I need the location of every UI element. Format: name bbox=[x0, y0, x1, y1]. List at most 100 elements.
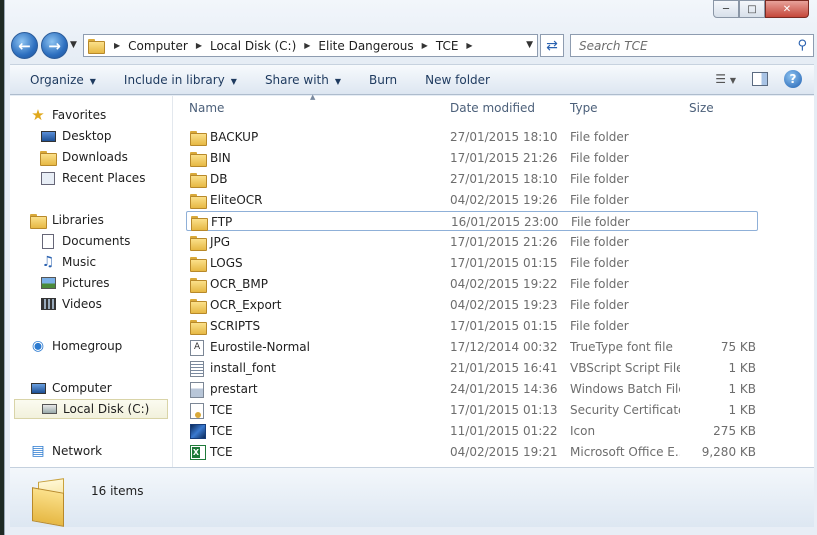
help-button[interactable]: ? bbox=[784, 70, 802, 88]
table-row[interactable]: BACKUP 27/01/2015 18:10 File folder bbox=[186, 127, 758, 147]
breadcrumb-elite-dangerous[interactable]: Elite Dangerous bbox=[318, 39, 413, 53]
column-header-date-modified-label: Date modified bbox=[450, 101, 536, 115]
search-box[interactable]: Search TCE ⚲ bbox=[570, 34, 814, 57]
chevron-down-icon: ▼ bbox=[230, 76, 237, 86]
table-row[interactable]: TCE 04/02/2015 19:21 Microsoft Office E...… bbox=[186, 442, 758, 462]
preview-pane-button[interactable] bbox=[752, 72, 768, 86]
table-row[interactable]: EliteOCR 04/02/2015 19:26 File folder bbox=[186, 190, 758, 210]
table-row[interactable]: OCR_BMP 04/02/2015 19:22 File folder bbox=[186, 274, 758, 294]
nav-recent-places[interactable]: Recent Places bbox=[40, 168, 145, 188]
breadcrumb-local-disk[interactable]: Local Disk (C:) bbox=[210, 39, 296, 53]
folder-icon bbox=[190, 319, 207, 335]
file-date-modified: 27/01/2015 18:10 bbox=[450, 130, 558, 144]
table-row[interactable]: FTP 16/01/2015 23:00 File folder bbox=[186, 211, 758, 231]
navigation-pane: ★ Favorites Desktop Downloads Recent Plac… bbox=[10, 96, 173, 467]
file-name: LOGS bbox=[210, 256, 243, 270]
close-icon: ✕ bbox=[782, 3, 792, 15]
item-count: 16 items bbox=[91, 484, 144, 498]
column-header-type[interactable]: Type bbox=[570, 101, 598, 115]
folder-icon bbox=[32, 480, 70, 522]
nav-desktop[interactable]: Desktop bbox=[40, 126, 112, 146]
chevron-down-icon: ▼ bbox=[89, 76, 96, 86]
share-with-label: Share with bbox=[264, 72, 329, 87]
maximize-icon: □ bbox=[747, 3, 757, 15]
table-row[interactable]: install_font 21/01/2015 16:41 VBScript Scr… bbox=[186, 358, 758, 378]
nav-music[interactable]: ♫ Music bbox=[40, 252, 96, 272]
table-row[interactable]: JPG 17/01/2015 21:26 File folder bbox=[186, 232, 758, 252]
column-header-name-label: Name bbox=[189, 101, 225, 115]
breadcrumb-separator-icon[interactable]: ▶ bbox=[466, 41, 472, 50]
excel-icon bbox=[190, 445, 206, 460]
table-row[interactable]: DB 27/01/2015 18:10 File folder bbox=[186, 169, 758, 189]
organize-label: Organize bbox=[30, 72, 84, 87]
nav-videos-label: Videos bbox=[62, 297, 102, 311]
table-row[interactable]: TCE 17/01/2015 01:13 Security Certificate 1… bbox=[186, 400, 758, 420]
table-row[interactable]: TCE 11/01/2015 01:22 Icon 275 KB bbox=[186, 421, 758, 441]
recent-pages-dropdown[interactable]: ▼ bbox=[70, 40, 77, 50]
organize-button[interactable]: Organize ▼ bbox=[10, 73, 110, 87]
burn-label: Burn bbox=[369, 72, 398, 87]
address-bar[interactable]: ▶ Computer ▶ Local Disk (C:) ▶ Elite Dan… bbox=[83, 34, 538, 57]
change-view-button[interactable]: ☰ ▼ bbox=[715, 72, 736, 86]
file-name: TCE bbox=[210, 403, 233, 417]
search-icon[interactable]: ⚲ bbox=[797, 38, 807, 53]
burn-button[interactable]: Burn bbox=[355, 73, 411, 87]
nav-pictures[interactable]: Pictures bbox=[40, 273, 110, 293]
file-type: Windows Batch File bbox=[570, 382, 680, 396]
refresh-icon: ⇄ bbox=[546, 37, 558, 54]
nav-network[interactable]: ▤ Network bbox=[30, 441, 102, 461]
table-row[interactable]: LOGS 17/01/2015 01:15 File folder bbox=[186, 253, 758, 273]
column-header-name[interactable]: Name bbox=[189, 101, 224, 115]
breadcrumb-tce[interactable]: TCE bbox=[436, 39, 459, 53]
file-size: 75 KB bbox=[720, 340, 756, 354]
table-row[interactable]: SCRIPTS 17/01/2015 01:15 File folder bbox=[186, 316, 758, 336]
folder-icon bbox=[190, 151, 207, 167]
back-button[interactable]: ← bbox=[11, 32, 38, 59]
file-type: TrueType font file bbox=[570, 340, 673, 354]
file-name: JPG bbox=[210, 235, 231, 249]
nav-local-disk[interactable]: Local Disk (C:) bbox=[14, 399, 168, 419]
recent-places-icon bbox=[40, 170, 56, 186]
nav-downloads[interactable]: Downloads bbox=[40, 147, 128, 167]
table-row[interactable]: Eurostile-Normal 17/12/2014 00:32 TrueType… bbox=[186, 337, 758, 357]
table-row[interactable]: BIN 17/01/2015 21:26 File folder bbox=[186, 148, 758, 168]
nav-libraries[interactable]: Libraries bbox=[30, 210, 104, 230]
address-history-chevron-icon[interactable]: ▼ bbox=[526, 40, 533, 50]
breadcrumb-computer[interactable]: Computer bbox=[128, 39, 188, 53]
music-icon: ♫ bbox=[41, 254, 55, 270]
breadcrumb-separator-icon[interactable]: ▶ bbox=[196, 41, 202, 50]
file-name: BACKUP bbox=[210, 130, 259, 144]
nav-documents[interactable]: Documents bbox=[40, 231, 130, 251]
folder-icon bbox=[190, 277, 207, 293]
nav-favorites[interactable]: ★ Favorites bbox=[30, 105, 106, 125]
column-header-date-modified[interactable]: Date modified bbox=[450, 101, 535, 115]
share-with-button[interactable]: Share with ▼ bbox=[251, 73, 355, 87]
minimize-button[interactable]: ─ bbox=[713, 0, 739, 18]
table-row[interactable]: prestart 24/01/2015 14:36 Windows Batch Fi… bbox=[186, 379, 758, 399]
breadcrumb-separator-icon[interactable]: ▶ bbox=[422, 41, 428, 50]
breadcrumb-separator-icon[interactable]: ▶ bbox=[114, 41, 120, 50]
pictures-icon bbox=[40, 275, 56, 291]
file-size: 1 KB bbox=[728, 382, 756, 396]
new-folder-button[interactable]: New folder bbox=[411, 73, 504, 87]
file-name: BIN bbox=[210, 151, 231, 165]
nav-computer[interactable]: Computer bbox=[30, 378, 112, 398]
caption-buttons: ─ □ ✕ bbox=[713, 0, 809, 19]
maximize-button[interactable]: □ bbox=[739, 0, 765, 18]
file-date-modified: 17/01/2015 21:26 bbox=[450, 235, 558, 249]
nav-homegroup[interactable]: ◉ Homegroup bbox=[30, 336, 122, 356]
search-input[interactable]: Search TCE bbox=[579, 39, 648, 53]
breadcrumb-separator-icon[interactable]: ▶ bbox=[304, 41, 310, 50]
column-header-size[interactable]: Size bbox=[689, 101, 714, 115]
include-in-library-button[interactable]: Include in library ▼ bbox=[110, 73, 251, 87]
close-button[interactable]: ✕ bbox=[765, 0, 809, 18]
forward-button[interactable]: → bbox=[41, 32, 68, 59]
file-type: File folder bbox=[571, 215, 630, 229]
file-name: DB bbox=[210, 172, 228, 186]
nav-computer-label: Computer bbox=[52, 381, 112, 395]
file-size: 275 KB bbox=[713, 424, 756, 438]
refresh-button[interactable]: ⇄ bbox=[540, 34, 564, 57]
table-row[interactable]: OCR_Export 04/02/2015 19:23 File folder bbox=[186, 295, 758, 315]
file-date-modified: 11/01/2015 01:22 bbox=[450, 424, 558, 438]
nav-videos[interactable]: Videos bbox=[40, 294, 102, 314]
